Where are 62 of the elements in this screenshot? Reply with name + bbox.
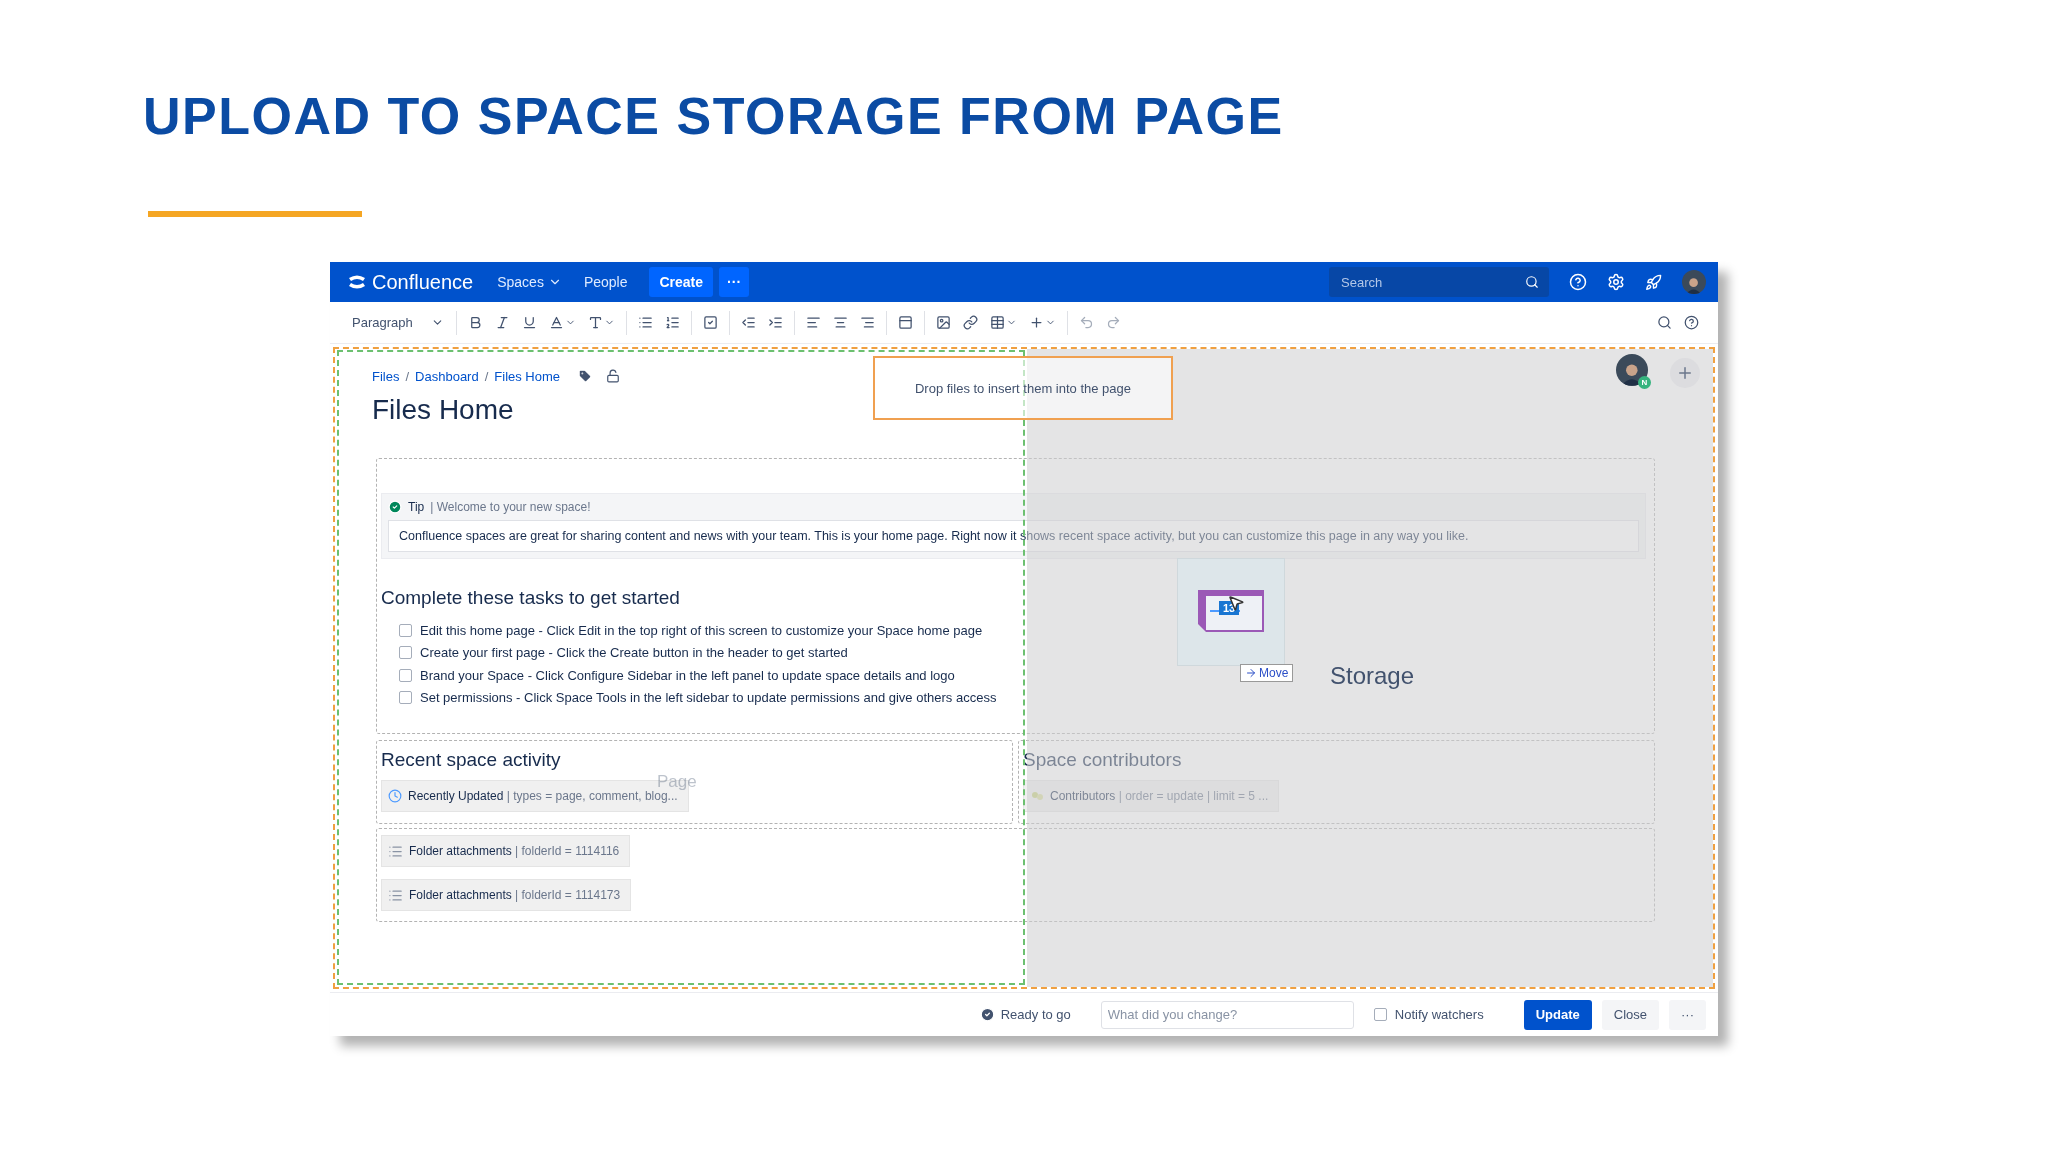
tip-title: Tip	[408, 500, 425, 514]
task-text: Brand your Space - Click Configure Sidebar in the left panel to update space details and logo	[420, 667, 955, 683]
paragraph-style-select[interactable]: Paragraph	[346, 311, 450, 334]
update-button[interactable]: Update	[1523, 999, 1592, 1030]
text-color-icon	[548, 315, 564, 330]
task-text: Create your first page - Click the Create button in the header to get started	[420, 645, 848, 661]
more-button[interactable]: ···	[719, 267, 750, 297]
breadcrumb-link[interactable]: Files	[372, 368, 400, 384]
folder-list-icon	[388, 843, 403, 859]
settings-icon[interactable]	[1607, 273, 1625, 291]
macro-placeholder[interactable]: Folder attachments | folderId = 1114173	[381, 879, 632, 911]
task-text: Edit this home page - Click Edit in the top right of this screen to customize your Space home page	[420, 622, 983, 638]
page-title[interactable]: Files Home	[372, 394, 514, 436]
notify-label: Notify watchers	[1394, 1007, 1484, 1022]
breadcrumb-link[interactable]: Files Home	[494, 368, 561, 384]
arrow-right-icon	[1245, 667, 1257, 679]
help-icon[interactable]	[1569, 273, 1587, 291]
section-heading: Complete these tasks to get started	[381, 587, 680, 609]
comment-field[interactable]: What did you change?	[1100, 1000, 1354, 1029]
check-circle-icon	[388, 500, 402, 514]
breadcrumb-separator: /	[484, 368, 489, 384]
user-avatar[interactable]	[1682, 270, 1706, 294]
clock-icon	[388, 789, 402, 803]
breadcrumb-link[interactable]: Dashboard	[415, 368, 479, 384]
create-button[interactable]: Create	[649, 267, 714, 297]
more-button[interactable]: ···	[1669, 999, 1706, 1030]
insert-plus-icon	[1028, 315, 1044, 330]
slide-title: UPLOAD TO SPACE STORAGE FROM PAGE	[142, 86, 1284, 146]
task-checkbox[interactable]	[399, 623, 412, 637]
notify-checkbox[interactable]	[1373, 1008, 1387, 1021]
search-input[interactable]: Search	[1339, 273, 1525, 291]
search-field[interactable]: Search	[1329, 267, 1549, 297]
contributors-icon	[1030, 789, 1044, 803]
macro-placeholder[interactable]: Folder attachments | folderId = 1114116	[381, 835, 631, 867]
section-heading: Space contributors	[1023, 749, 1182, 771]
breadcrumb-separator: /	[405, 368, 410, 384]
user-avatar[interactable]	[1616, 354, 1648, 386]
move-tooltip: Move	[1240, 664, 1294, 682]
tip-text: Confluence spaces are great for sharing content and news with your team. This is your home page. Right now it shows recent space activity, but you can customize this page in any way you like.	[399, 529, 1469, 543]
drop-hint: Drop files to insert them into the page	[873, 356, 1173, 420]
close-button[interactable]: Close	[1601, 999, 1659, 1030]
folder-list-icon	[388, 887, 403, 903]
check-circle-icon	[979, 1007, 995, 1022]
save-status: Ready to go	[1000, 1007, 1071, 1022]
task-text: Set permissions - Click Space Tools in the left sidebar to update permissions and give others access	[420, 690, 997, 706]
add-button[interactable]	[1670, 358, 1700, 388]
section-heading: Recent space activity	[381, 749, 561, 771]
tag-icon[interactable]	[578, 369, 593, 383]
nav-link[interactable]: Spaces	[489, 268, 570, 296]
task-checkbox[interactable]	[399, 646, 412, 660]
text-format-icon	[587, 315, 603, 330]
table-icon	[989, 315, 1005, 330]
presence-badge: N	[1638, 376, 1651, 389]
task-checkbox[interactable]	[399, 691, 412, 705]
unlock-icon[interactable]	[606, 369, 621, 383]
confluence-logo[interactable]: Confluence	[348, 270, 474, 294]
storage-zone-label: Storage	[1330, 662, 1415, 690]
search-icon	[1525, 275, 1539, 289]
nav-link[interactable]: People	[575, 268, 636, 296]
tip-subtitle: | Welcome to your new space!	[430, 500, 591, 514]
task-checkbox[interactable]	[399, 668, 412, 682]
rocket-icon[interactable]	[1645, 273, 1662, 291]
